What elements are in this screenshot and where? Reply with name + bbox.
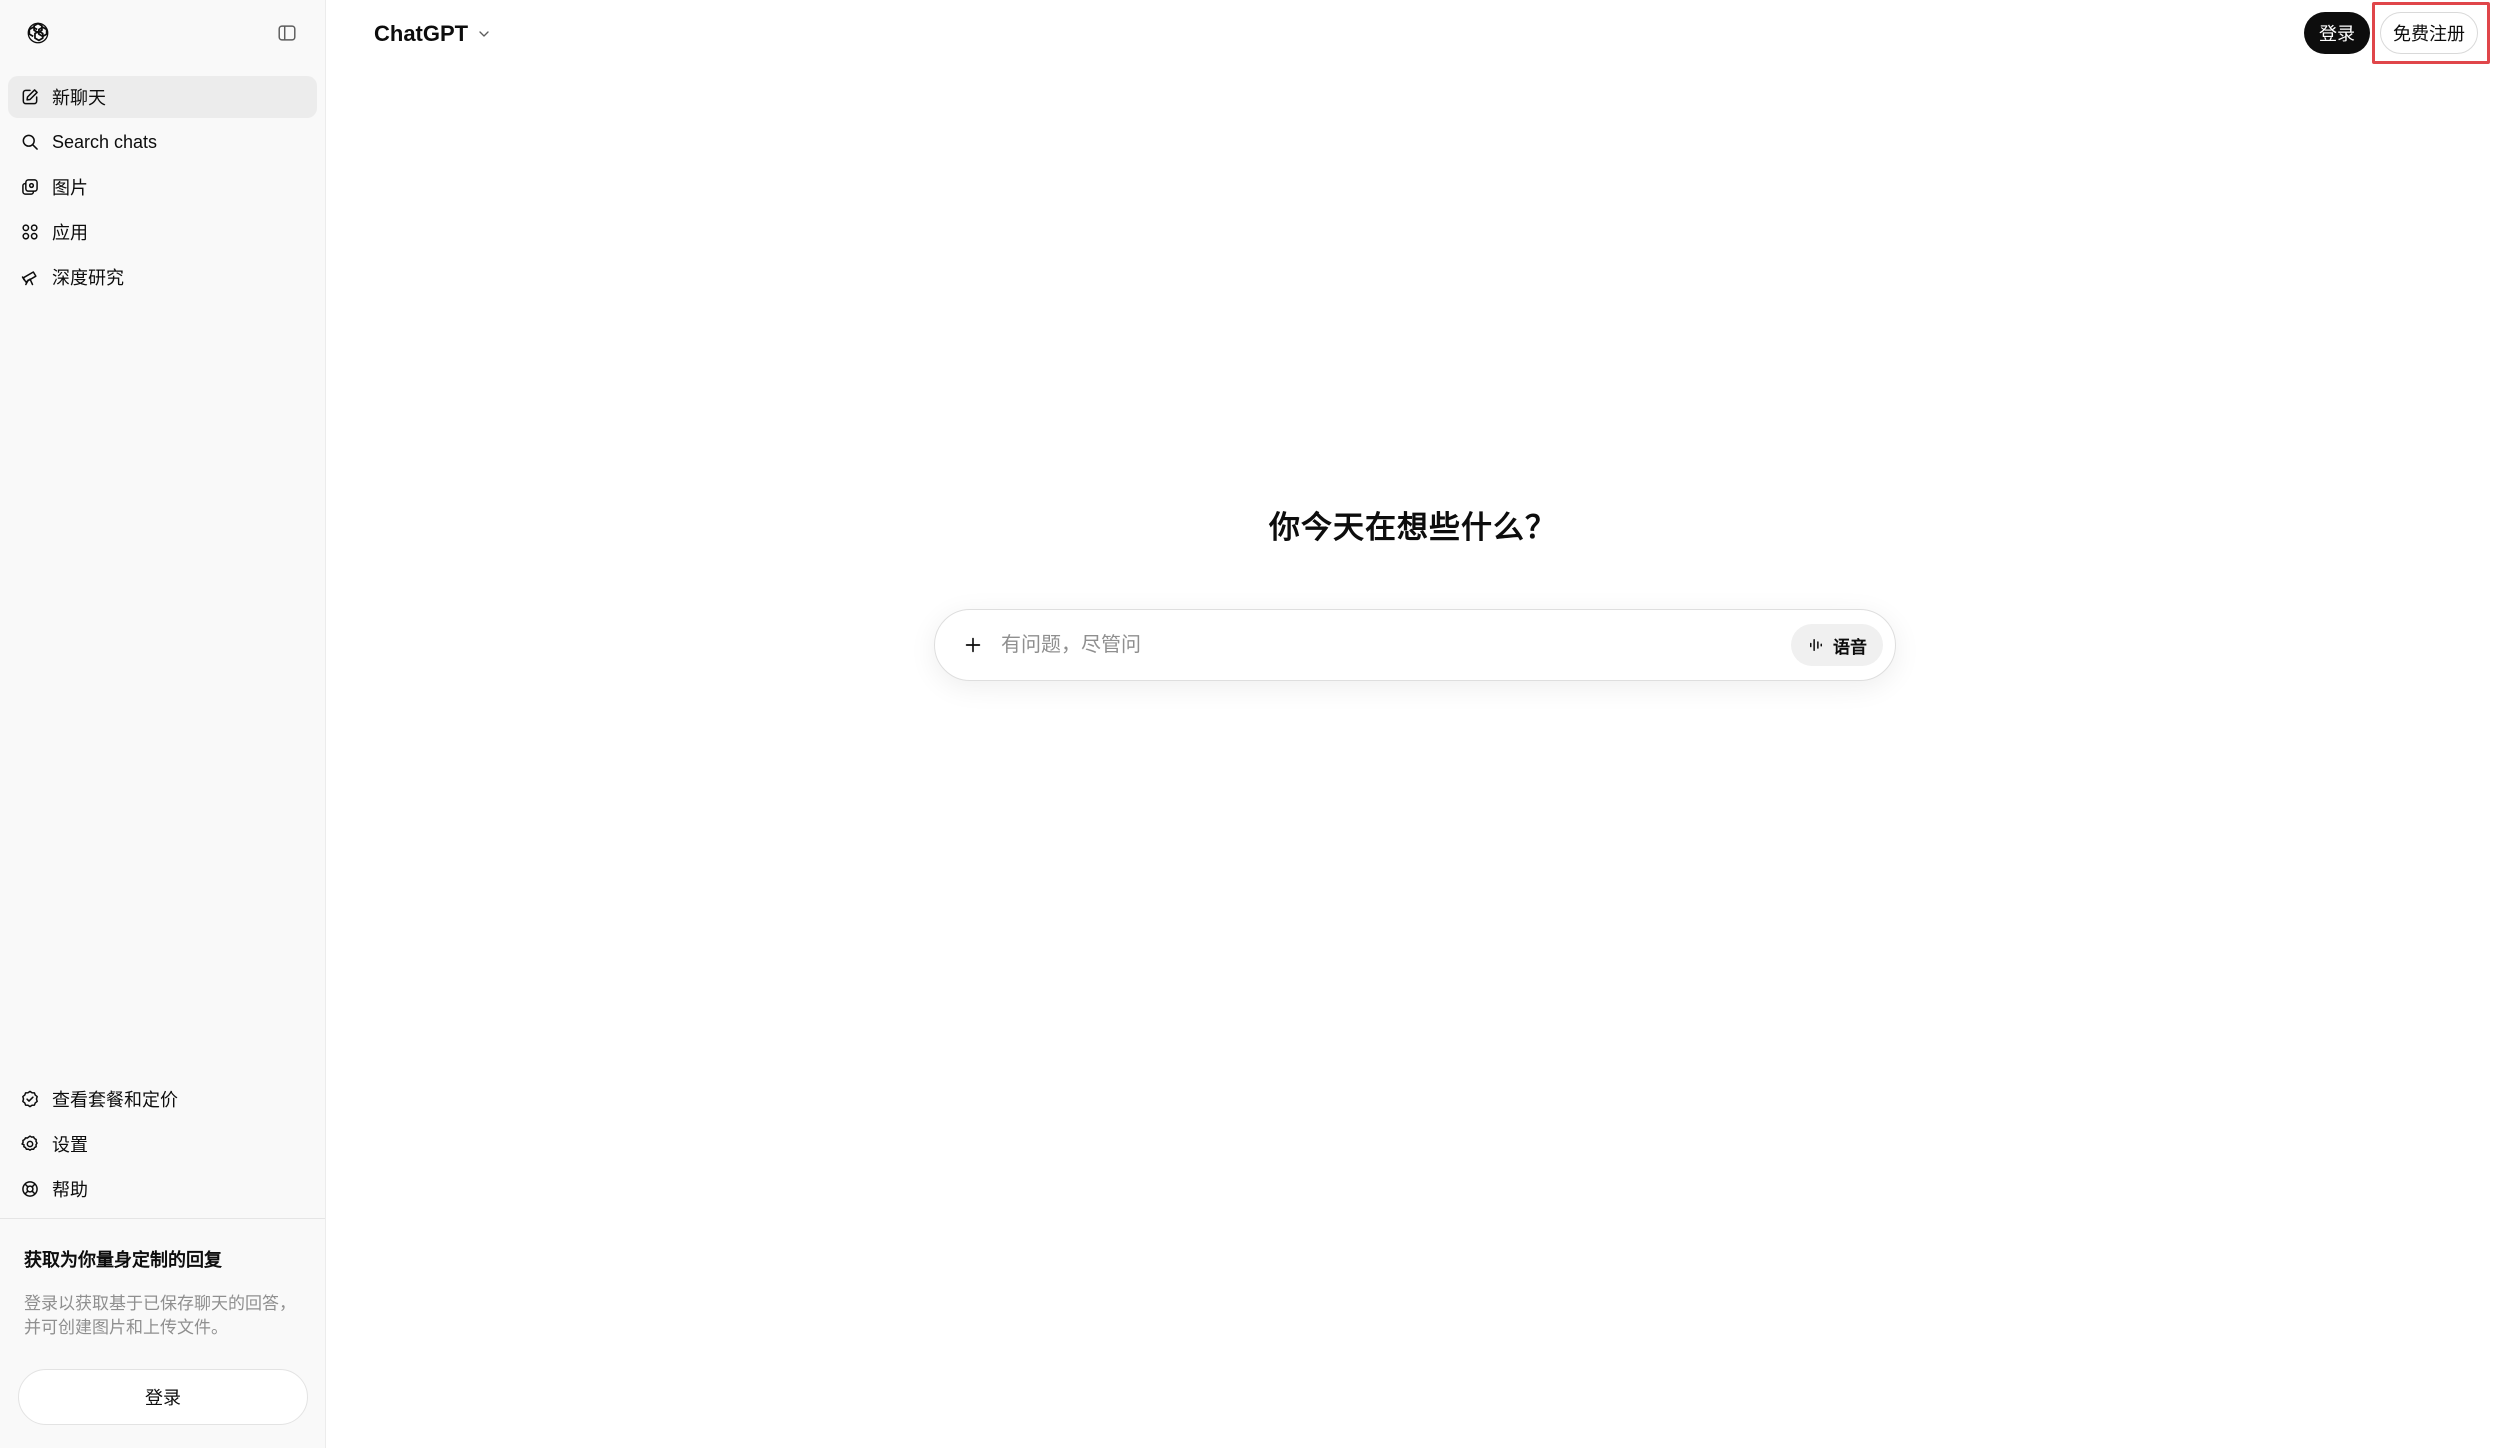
sidebar-nav: 新聊天 Search chats 图片 应用 深度研究: [0, 66, 325, 298]
model-name: ChatGPT: [374, 21, 469, 46]
sidebar-item-label: Search chats: [52, 131, 158, 152]
sidebar-toggle-icon[interactable]: [269, 15, 305, 51]
page-headline: 你今天在想些什么？: [1269, 510, 1557, 545]
sidebar-item-label: 深度研究: [52, 268, 124, 288]
plus-icon: [965, 637, 981, 653]
sidebar-item-label: 新聊天: [52, 88, 106, 108]
sidebar-item-new-chat[interactable]: 新聊天: [8, 76, 317, 118]
sidebar-item-deep-research[interactable]: 深度研究: [8, 256, 317, 298]
telescope-icon: [21, 271, 37, 286]
chevron-down-icon: [479, 31, 489, 37]
sidebar-header: [0, 0, 325, 66]
login-button[interactable]: 登录: [2304, 12, 2370, 54]
lifebuoy-icon: [22, 1181, 38, 1197]
promo-body: 登录以获取基于已保存聊天的回答，并可创建图片和上传文件。: [24, 1294, 296, 1337]
search-icon: [22, 134, 38, 150]
voice-button[interactable]: 语音: [1791, 624, 1883, 666]
model-selector[interactable]: ChatGPT: [366, 16, 500, 52]
gear-icon: [21, 1135, 38, 1151]
prompt-input[interactable]: [1001, 625, 1791, 665]
compose-icon: [22, 89, 38, 105]
sidebar-divider: [0, 1218, 325, 1219]
images-icon: [22, 179, 38, 195]
composer: 语音: [934, 609, 1896, 681]
login-promo: 获取为你量身定制的回复 登录以获取基于已保存聊天的回答，并可创建图片和上传文件。: [24, 1246, 305, 1340]
sidebar-item-search-chats[interactable]: Search chats: [8, 121, 317, 163]
plan-badge-icon: [22, 1090, 38, 1108]
sidebar: 新聊天 Search chats 图片 应用 深度研究 查看套餐和定价 设置 帮…: [0, 0, 326, 1448]
top-bar: ChatGPT 登录 免费注册: [326, 0, 2500, 66]
voice-waveform-icon: [1810, 639, 1822, 651]
sidebar-item-label: 应用: [52, 223, 88, 243]
sidebar-bottom-nav: 查看套餐和定价 设置 帮助: [8, 1078, 317, 1213]
sidebar-item-settings[interactable]: 设置: [8, 1123, 317, 1165]
sidebar-item-label: 查看套餐和定价: [52, 1090, 178, 1110]
sidebar-login-button[interactable]: 登录: [18, 1369, 308, 1425]
sidebar-item-label: 帮助: [52, 1180, 88, 1200]
sidebar-item-plans-pricing[interactable]: 查看套餐和定价: [8, 1078, 317, 1120]
sidebar-item-label: 图片: [52, 178, 88, 198]
attach-button[interactable]: [955, 627, 991, 663]
openai-logo-icon[interactable]: [20, 15, 56, 51]
promo-title: 获取为你量身定制的回复: [24, 1250, 222, 1270]
signup-button[interactable]: 免费注册: [2380, 12, 2478, 54]
sidebar-item-help[interactable]: 帮助: [8, 1168, 317, 1210]
apps-grid-icon: [22, 224, 38, 240]
main-content: ChatGPT 登录 免费注册 你今天在想些什么？ 有问题，尽管问 语音: [326, 0, 2500, 1448]
sidebar-item-apps[interactable]: 应用: [8, 211, 317, 253]
sidebar-item-images[interactable]: 图片: [8, 166, 317, 208]
app-root: 新聊天 Search chats 图片 应用 深度研究 查看套餐和定价 设置 帮…: [0, 0, 2500, 1448]
sidebar-item-label: 设置: [52, 1135, 88, 1155]
voice-label: 语音: [1833, 637, 1867, 657]
